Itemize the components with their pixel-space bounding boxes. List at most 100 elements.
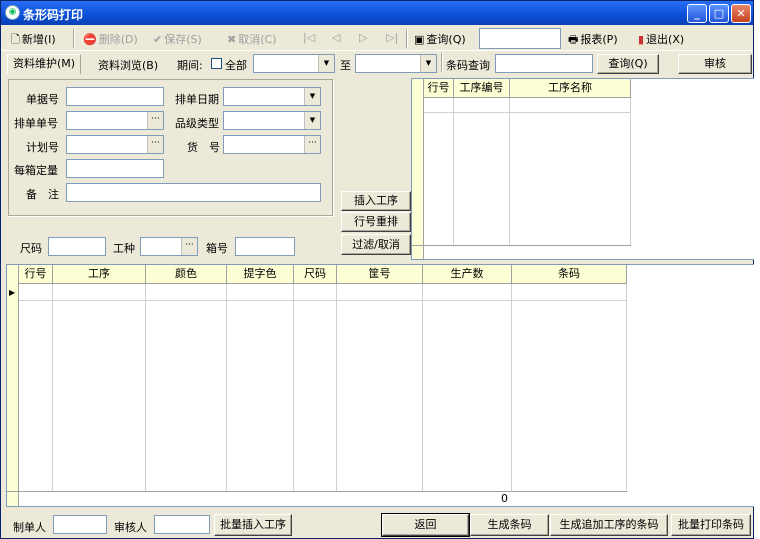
sched-date-select[interactable]: ▼ bbox=[223, 87, 321, 106]
barcode-query-input[interactable] bbox=[495, 54, 593, 73]
renumber-button[interactable]: 行号重排 bbox=[341, 212, 411, 232]
main-grid-header[interactable]: 工序 bbox=[53, 265, 146, 284]
ellipsis-icon[interactable]: ··· bbox=[147, 112, 163, 129]
maker-field[interactable] bbox=[53, 515, 107, 534]
window-title: 条形码打印 bbox=[23, 8, 84, 22]
batch-insert-button[interactable]: 批量插入工序 bbox=[214, 514, 292, 536]
title-bar: ◉ 条形码打印 _ □ ✕ bbox=[1, 1, 753, 25]
grid-column-line bbox=[453, 98, 454, 245]
process-grid-header[interactable]: 行号 bbox=[424, 79, 454, 98]
all-checkbox[interactable] bbox=[211, 58, 222, 69]
minimize-button[interactable]: _ bbox=[687, 4, 707, 23]
main-grid-header[interactable]: 尺码 bbox=[294, 265, 337, 284]
filter-bar: 资料维护(M) 资料浏览(B) 期间: 全部 ▼ 至 ▼ 条码查询 查询(Q) … bbox=[1, 52, 753, 76]
main-grid[interactable]: ▶ 行号 工序 颜色 提字色 尺码 筐号 生产数 条码 0 bbox=[6, 264, 755, 507]
period-from-select[interactable]: ▼ bbox=[253, 54, 335, 73]
period-to-select[interactable]: ▼ bbox=[355, 54, 437, 73]
maker-label: 制单人 bbox=[13, 521, 46, 534]
ellipsis-icon[interactable]: ··· bbox=[181, 238, 197, 255]
filter-cancel-button[interactable]: 过滤/取消 bbox=[341, 234, 411, 255]
last-record-button[interactable]: ▷| bbox=[386, 31, 398, 44]
approve-button[interactable]: 审核 bbox=[678, 54, 752, 74]
size-field[interactable] bbox=[48, 237, 106, 256]
total-qty: 0 bbox=[501, 492, 508, 505]
grid-column-line bbox=[630, 98, 631, 245]
sched-no-label: 排单单号 bbox=[14, 117, 58, 130]
close-button[interactable]: ✕ bbox=[731, 4, 751, 23]
generate-additional-barcode-button[interactable]: 生成追加工序的条码 bbox=[550, 514, 668, 536]
query-label: 查询(Q) bbox=[426, 33, 466, 46]
save-button[interactable]: ✔ 保存(S) bbox=[153, 31, 202, 47]
work-type-field[interactable]: ··· bbox=[140, 237, 198, 256]
dropdown-arrow-icon[interactable]: ▼ bbox=[304, 112, 320, 129]
ellipsis-icon[interactable]: ··· bbox=[304, 136, 320, 153]
grid-column-line bbox=[509, 98, 510, 245]
main-grid-header[interactable]: 行号 bbox=[19, 265, 53, 284]
next-record-button[interactable]: ▷ bbox=[359, 31, 367, 44]
item-no-field[interactable]: ··· bbox=[223, 135, 321, 154]
process-grid-header[interactable]: 工序名称 bbox=[510, 79, 631, 98]
new-document-icon: 🗋 bbox=[11, 33, 20, 46]
grid-column-line bbox=[422, 284, 423, 492]
back-button[interactable]: 返回 bbox=[381, 513, 470, 537]
prev-record-button[interactable]: ◁ bbox=[332, 31, 340, 44]
generate-barcode-button[interactable]: 生成条码 bbox=[470, 514, 549, 536]
plan-no-field[interactable]: ··· bbox=[66, 135, 164, 154]
new-button[interactable]: 🗋 新增(I) bbox=[11, 31, 56, 50]
dropdown-arrow-icon[interactable]: ▼ bbox=[420, 55, 436, 72]
first-record-button[interactable]: |◁ bbox=[303, 31, 315, 44]
box-no-label: 箱号 bbox=[206, 242, 228, 255]
all-label: 全部 bbox=[225, 59, 247, 72]
sched-no-field[interactable]: ··· bbox=[66, 111, 164, 130]
toolbar-separator bbox=[406, 29, 408, 48]
grid-column-line bbox=[52, 284, 53, 492]
cross-icon: ✖ bbox=[227, 33, 237, 46]
query-button[interactable]: ▣ 查询(Q) bbox=[414, 31, 466, 47]
exit-button[interactable]: ▮ 退出(X) bbox=[638, 31, 684, 47]
remark-field[interactable] bbox=[66, 183, 321, 202]
box-qty-field[interactable] bbox=[66, 159, 164, 178]
dropdown-arrow-icon[interactable]: ▼ bbox=[318, 55, 334, 72]
box-no-field[interactable] bbox=[235, 237, 295, 256]
delete-icon: ⛔ bbox=[83, 33, 97, 46]
report-button[interactable]: 🖶 报表(P) bbox=[568, 31, 618, 50]
printer-icon: 🖶 bbox=[568, 33, 579, 46]
process-grid-header[interactable]: 工序编号 bbox=[454, 79, 510, 98]
reviewer-label: 审核人 bbox=[114, 521, 147, 534]
barcode-query-button[interactable]: 查询(Q) bbox=[597, 54, 659, 74]
maximize-button[interactable]: □ bbox=[709, 4, 729, 23]
period-label: 期间: bbox=[177, 59, 203, 72]
remark-label: 备 注 bbox=[26, 188, 59, 201]
reviewer-field[interactable] bbox=[154, 515, 210, 534]
to-label: 至 bbox=[340, 59, 351, 72]
insert-process-button[interactable]: 插入工序 bbox=[341, 191, 411, 211]
main-grid-header[interactable]: 颜色 bbox=[146, 265, 227, 284]
doc-no-field[interactable] bbox=[66, 87, 164, 106]
check-icon: ✔ bbox=[153, 33, 163, 46]
grid-column-line bbox=[145, 284, 146, 492]
grade-select[interactable]: ▼ bbox=[223, 111, 321, 130]
main-grid-header[interactable]: 筐号 bbox=[337, 265, 423, 284]
main-grid-header[interactable]: 条码 bbox=[512, 265, 627, 284]
main-grid-header[interactable]: 提字色 bbox=[227, 265, 294, 284]
query-input[interactable] bbox=[479, 28, 561, 49]
tab-maintain[interactable]: 资料维护(M) bbox=[7, 54, 81, 74]
grid-row-line bbox=[424, 112, 631, 113]
ellipsis-icon[interactable]: ··· bbox=[147, 136, 163, 153]
barcode-query-label: 条码查询 bbox=[446, 59, 490, 72]
cancel-button[interactable]: ✖ 取消(C) bbox=[227, 31, 276, 47]
report-label: 报表(P) bbox=[580, 33, 618, 46]
grid-column-line bbox=[511, 284, 512, 492]
tab-browse[interactable]: 资料浏览(B) bbox=[98, 57, 158, 73]
process-grid[interactable]: 行号 工序编号 工序名称 bbox=[411, 78, 755, 260]
grid-column-line bbox=[336, 284, 337, 492]
app-icon: ◉ bbox=[5, 5, 20, 20]
delete-label: 删除(D) bbox=[98, 33, 138, 46]
plan-no-label: 计划号 bbox=[26, 141, 59, 154]
dropdown-arrow-icon[interactable]: ▼ bbox=[304, 88, 320, 105]
batch-print-button[interactable]: 批量打印条码 bbox=[671, 514, 751, 536]
current-row-arrow-icon: ▶ bbox=[9, 288, 16, 297]
item-no-label: 货 号 bbox=[187, 141, 220, 154]
delete-button[interactable]: ⛔ 删除(D) bbox=[83, 31, 138, 47]
main-grid-header[interactable]: 生产数 bbox=[423, 265, 512, 284]
